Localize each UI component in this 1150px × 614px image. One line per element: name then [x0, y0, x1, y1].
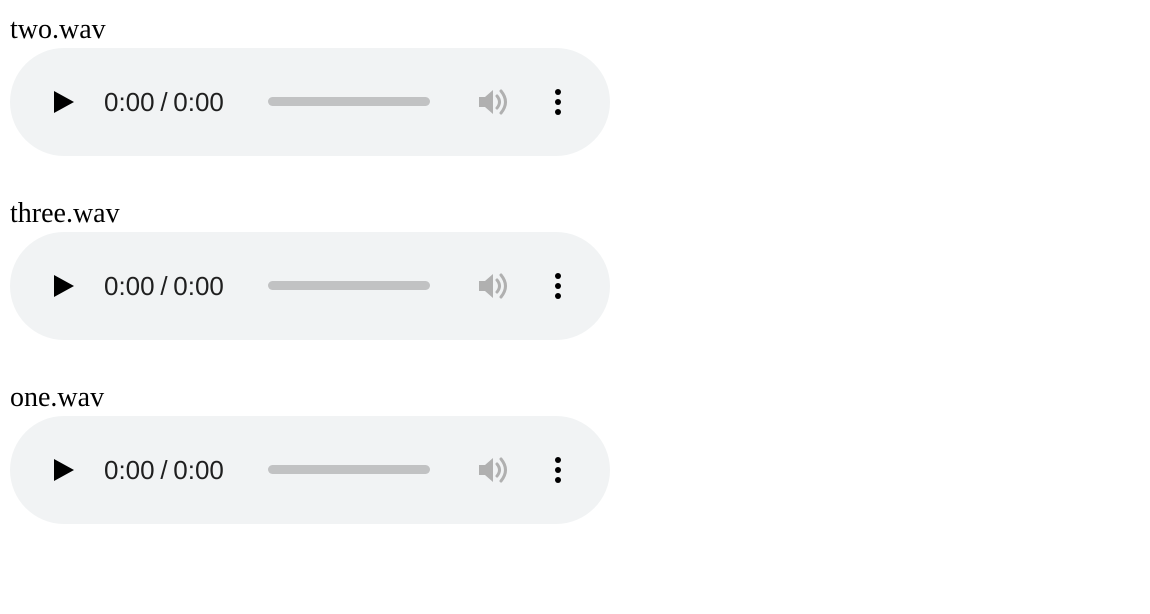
seek-slider[interactable] — [268, 281, 430, 290]
current-time: 0:00 — [104, 270, 155, 301]
seek-slider[interactable] — [268, 97, 430, 106]
current-time: 0:00 — [104, 454, 155, 485]
audio-player: 0:00 / 0:00 — [10, 48, 610, 156]
play-button[interactable] — [48, 86, 80, 118]
duration: 0:00 — [173, 270, 224, 301]
audio-track-list: two.wav 0:00 / 0:00 three.wav 0:00 / 0:0… — [10, 10, 610, 562]
play-icon — [54, 459, 74, 481]
volume-icon — [479, 273, 507, 299]
play-icon — [54, 275, 74, 297]
more-options-button[interactable] — [546, 452, 570, 488]
time-separator: / — [160, 270, 168, 301]
volume-icon — [479, 457, 507, 483]
audio-track: one.wav 0:00 / 0:00 — [10, 378, 610, 562]
volume-button[interactable] — [476, 270, 512, 302]
more-vertical-icon — [555, 273, 561, 299]
audio-track: three.wav 0:00 / 0:00 — [10, 194, 610, 378]
current-time: 0:00 — [104, 86, 155, 117]
volume-button[interactable] — [476, 454, 512, 486]
duration: 0:00 — [173, 454, 224, 485]
more-options-button[interactable] — [546, 84, 570, 120]
duration: 0:00 — [173, 86, 224, 117]
seek-slider[interactable] — [268, 465, 430, 474]
time-separator: / — [160, 86, 168, 117]
track-filename: one.wav — [10, 382, 105, 413]
track-filename: three.wav — [10, 198, 120, 229]
play-icon — [54, 91, 74, 113]
time-display: 0:00 / 0:00 — [104, 84, 224, 120]
play-button[interactable] — [48, 454, 80, 486]
audio-track: two.wav 0:00 / 0:00 — [10, 10, 610, 194]
time-display: 0:00 / 0:00 — [104, 452, 224, 488]
volume-icon — [479, 89, 507, 115]
audio-player: 0:00 / 0:00 — [10, 416, 610, 524]
time-display: 0:00 / 0:00 — [104, 268, 224, 304]
volume-button[interactable] — [476, 86, 512, 118]
time-separator: / — [160, 454, 168, 485]
more-options-button[interactable] — [546, 268, 570, 304]
more-vertical-icon — [555, 89, 561, 115]
play-button[interactable] — [48, 270, 80, 302]
audio-player: 0:00 / 0:00 — [10, 232, 610, 340]
track-filename: two.wav — [10, 14, 106, 45]
more-vertical-icon — [555, 457, 561, 483]
